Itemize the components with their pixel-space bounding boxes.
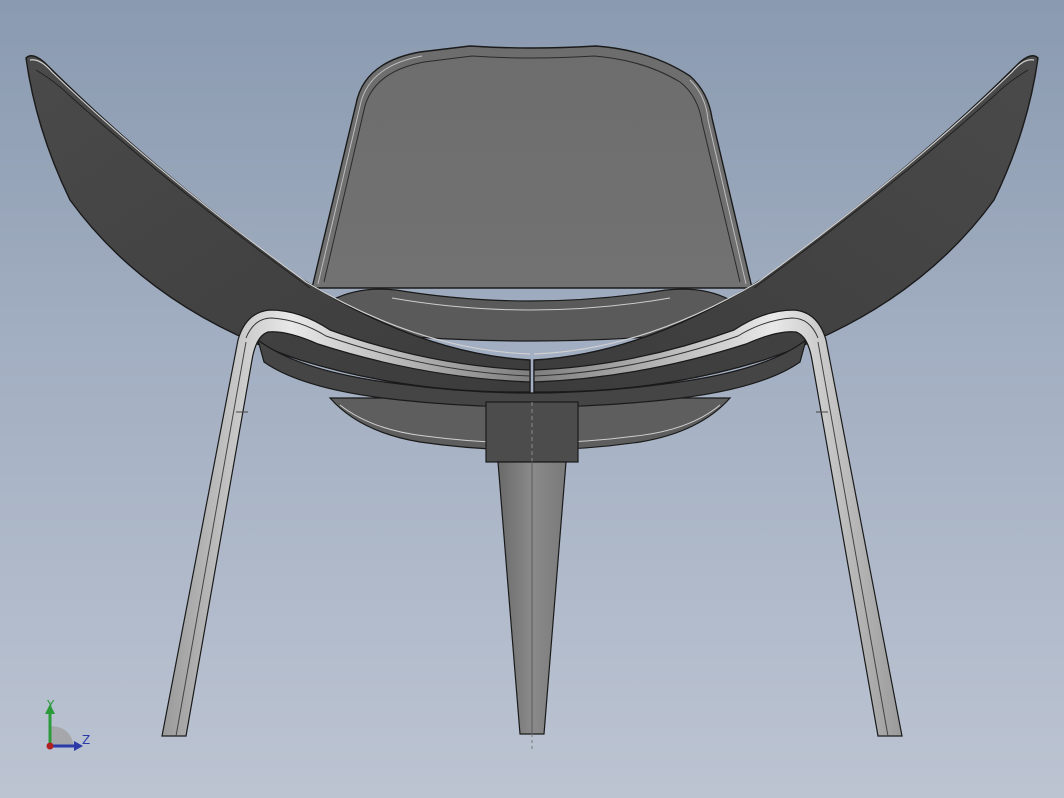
axis-y-label: Y (47, 698, 55, 712)
left-leg-shaft-line (175, 341, 247, 737)
right-leg-shaft-line (817, 341, 889, 737)
axis-z-label: Z (82, 733, 91, 747)
axis-quadrant-shade (50, 726, 74, 746)
left-leg (161, 309, 531, 737)
right-leg (533, 309, 903, 737)
graphics-viewport[interactable]: Y Z (0, 0, 1064, 798)
seat-back (311, 45, 753, 289)
axis-origin-icon (46, 742, 54, 750)
chair-model[interactable] (0, 0, 1064, 798)
reference-triad: Y Z (36, 696, 100, 756)
